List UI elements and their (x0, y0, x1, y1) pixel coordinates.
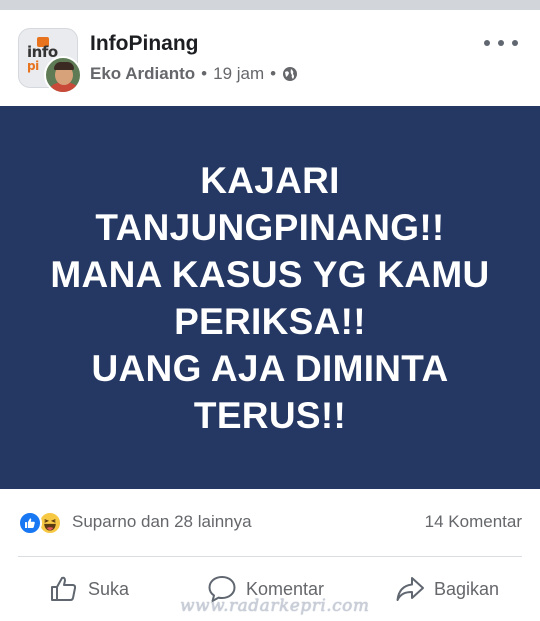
like-button[interactable]: Suka (48, 571, 129, 607)
post-meta: Eko Ardianto • 19 jam • (90, 64, 298, 84)
share-button[interactable]: Bagikan (394, 571, 499, 607)
top-divider-strip (0, 0, 540, 10)
post-text-banner: KAJARI TANJUNGPINANG!! MANA KASUS YG KAM… (0, 106, 540, 489)
globe-icon (283, 67, 298, 81)
group-name[interactable]: InfoPinang (90, 32, 199, 56)
watermark-text: www.radarkepri.com (180, 596, 370, 616)
banner-line: UANG AJA DIMINTA (91, 347, 449, 389)
banner-text: KAJARI TANJUNGPINANG!! MANA KASUS YG KAM… (20, 157, 520, 439)
author-name[interactable]: Eko Ardianto (90, 64, 195, 84)
post-header: info pi InfoPinang Eko Ardianto • 19 jam… (0, 10, 540, 106)
banner-line: PERIKSA!! (174, 300, 366, 342)
banner-line: TANJUNGPINANG!! (95, 206, 445, 248)
like-icon[interactable] (18, 511, 42, 535)
author-avatar[interactable] (44, 56, 82, 94)
banner-line: KAJARI (200, 159, 340, 201)
banner-line: MANA KASUS YG KAMU (50, 253, 490, 295)
meta-separator: • (270, 64, 277, 83)
like-label: Suka (88, 578, 130, 599)
more-options-icon[interactable] (484, 36, 518, 50)
banner-line: TERUS!! (193, 394, 347, 436)
comment-count[interactable]: 14 Komentar (425, 512, 522, 532)
thumbs-up-icon (51, 576, 77, 601)
share-icon (396, 577, 424, 601)
share-label: Bagikan (434, 578, 500, 599)
post-time[interactable]: 19 jam (213, 64, 264, 84)
reactions-row: Suparno dan 28 lainnya 14 Komentar (0, 489, 540, 553)
reaction-summary[interactable]: Suparno dan 28 lainnya (72, 512, 252, 532)
meta-separator: • (201, 64, 208, 83)
